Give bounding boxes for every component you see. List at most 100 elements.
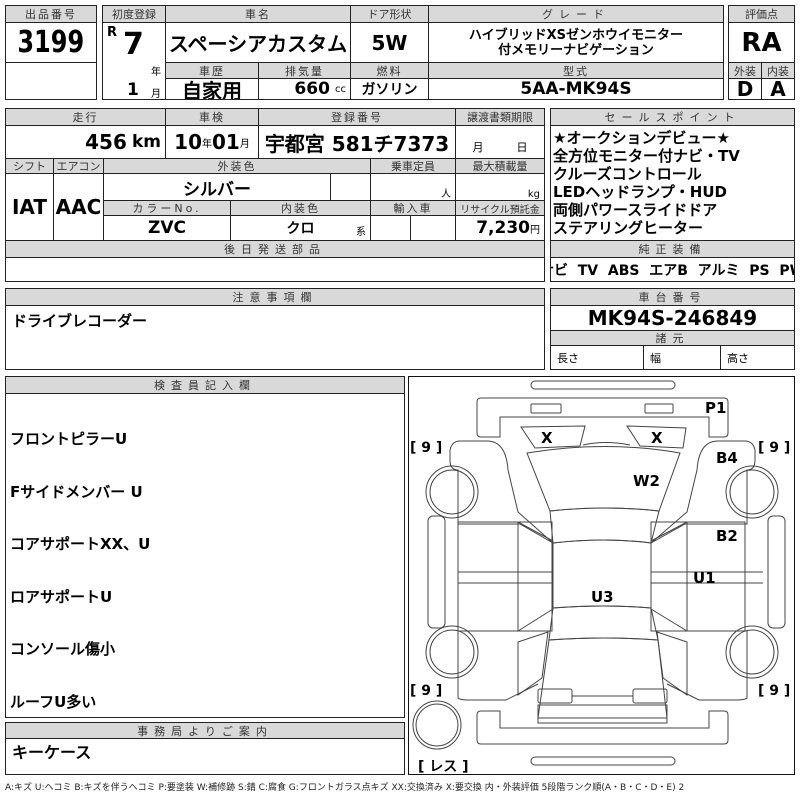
left-pillar-lines [517, 521, 554, 632]
max-load-unit: kg [455, 173, 545, 201]
rear-fenders [457, 631, 748, 701]
mileage: 456 km [5, 125, 166, 159]
exterior-score: D [728, 78, 762, 100]
max-load-label: 最大積載量 [455, 158, 545, 174]
car-name-label: 車名 [165, 5, 351, 23]
int-color-value: クロ [286, 221, 315, 237]
equipment-label: 純正装備 [550, 240, 795, 258]
sales-point: ★オークションデビュー★ [553, 129, 730, 147]
inspection: 10 年 01 月 [165, 125, 259, 159]
office-text: キーケース [12, 743, 92, 762]
score-label: 評価点 [728, 5, 795, 23]
inspector-item: ルーフU多い [10, 692, 97, 711]
notes-text: ドライブレコーダー [12, 312, 148, 330]
displacement: 660 cc [258, 78, 351, 100]
history-label: 車歴 [165, 62, 259, 79]
legend: A:キズ U:ヘコミ B:キズを伴うヘコミ P:要塗装 W:補修跡 S:錆 C:… [5, 783, 685, 793]
mark-p1: P1 [705, 399, 727, 417]
front-left-fender [449, 440, 554, 544]
wheel-fl-inner [429, 469, 475, 515]
headlight-right [644, 403, 674, 414]
ext-color-extra [330, 173, 371, 201]
tire-fl-depth: [ 9 ] [410, 440, 443, 456]
sales-points-label: セールスポイント [550, 108, 795, 126]
aircon: AAC [53, 173, 104, 241]
inspector-item: フロントピラーU [10, 430, 128, 448]
taillight-left [537, 688, 573, 704]
era: R [107, 25, 118, 40]
registration: 宇都宮 581チ7373 [258, 125, 456, 159]
inspector-label: 検査員記入欄 [5, 376, 405, 394]
inspector-item: コンソール傷小 [10, 640, 116, 658]
insp-year-unit: 年 [202, 138, 212, 150]
ext-color-label: 外装色 [103, 158, 371, 174]
rear-quarter-glass [517, 631, 688, 696]
mark-b2: B2 [716, 527, 738, 545]
grade: ハイブリッドXSゼンホウイモニター 付メモリーナビゲーション [428, 22, 724, 63]
notes-label: 注意事項欄 [5, 288, 545, 306]
recycle-value: 7,230 [476, 218, 530, 238]
chassis-number: MK94S-246849 [550, 305, 795, 331]
taillight-right [632, 688, 668, 704]
transfer-label: 譲渡書類期限 [455, 108, 545, 126]
headlight-left [530, 403, 562, 414]
import-cell-1 [370, 215, 411, 241]
model-code: 5AA-MK94S [428, 78, 724, 100]
displacement-unit: cc [335, 83, 346, 95]
spec-length: 長さ [550, 345, 644, 370]
sales-point: ステアリングヒーター [553, 219, 704, 237]
exterior-label: 外装 [728, 62, 762, 79]
lot-number-text: 3199 [17, 25, 85, 60]
wheel-rr [725, 625, 779, 679]
insp-year: 10 [174, 130, 202, 154]
recycle-label: リサイクル預託金 [455, 200, 545, 216]
import-label: 輸入車 [370, 200, 456, 216]
spare-tire-status: [ レス ] [418, 759, 469, 775]
spec-label: 諸元 [550, 330, 795, 346]
mileage-unit: km [131, 132, 161, 152]
grade-line2: 付メモリーナビゲーション [498, 42, 654, 58]
fuel: ガソリン [350, 78, 429, 100]
color-no: ZVC [103, 215, 231, 241]
lot-blank [5, 62, 97, 100]
int-color-suffix: 系 [356, 227, 366, 238]
lot-number: 3199 [5, 22, 97, 63]
score: RA [728, 22, 795, 63]
car-name: スペーシアカスタム [165, 22, 351, 63]
mark-b4: B4 [716, 449, 738, 467]
side-step-left [427, 515, 446, 629]
capacity-label: 乗車定員 [370, 158, 456, 174]
grade-label: グレード [428, 5, 724, 23]
reg-month: 1 [127, 80, 139, 100]
office-label: 事務局よりご案内 [5, 722, 405, 739]
shift: IAT [5, 173, 54, 241]
grade-line1: ハイブリッドXSゼンホウイモニター [468, 27, 684, 43]
color-no-label: カラーNo. [103, 200, 231, 216]
import-cell-2 [410, 215, 456, 241]
fuel-label: 燃料 [350, 62, 429, 79]
wheel-rl [425, 625, 479, 679]
ext-color: シルバー [103, 173, 331, 201]
insp-month: 01 [212, 130, 240, 154]
rear-hatch [537, 637, 668, 719]
equipment: ナビ TV ABS エアB アルミ PS PW [550, 257, 795, 282]
front-bumper [476, 397, 729, 438]
door-type: 5W [350, 22, 429, 63]
tire-rl-depth: [ 9 ] [410, 683, 443, 699]
wheel-fr-inner [729, 469, 775, 515]
mark-u1: U1 [693, 569, 716, 587]
later-parts [5, 257, 545, 282]
mark-w2: W2 [633, 472, 660, 490]
left-doors [457, 521, 553, 632]
sales-point: 両側パワースライドドア [553, 201, 718, 219]
inspector-item: ロアサポートU [10, 587, 113, 606]
first-reg-label: 初度登録 [102, 5, 166, 23]
aircon-label: エアコン [53, 158, 104, 174]
right-pillar-lines [650, 521, 688, 632]
rear-bumper-bar [530, 756, 676, 766]
front-left-light [520, 425, 586, 449]
inspection-label: 車検 [165, 108, 259, 126]
door-label: ドア形状 [350, 5, 429, 23]
tire-fr-depth: [ 9 ] [758, 440, 791, 456]
recycle: 7,230 円 [455, 215, 545, 241]
